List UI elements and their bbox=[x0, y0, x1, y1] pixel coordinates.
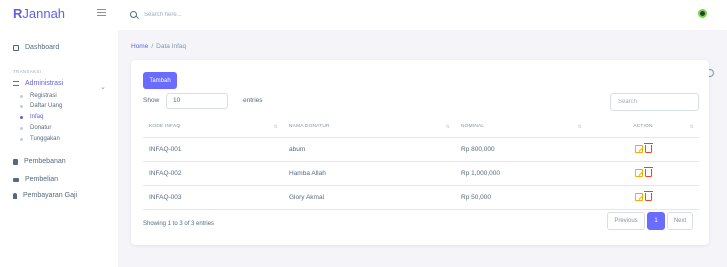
trash-icon[interactable] bbox=[643, 143, 653, 153]
column-header-label: NAMA DONATUR bbox=[289, 124, 330, 130]
list-icon bbox=[13, 81, 19, 86]
cell-kode: INFAQ-001 bbox=[143, 137, 283, 162]
user-status-icon[interactable] bbox=[698, 9, 707, 18]
brand-logo[interactable]: RJannah bbox=[13, 6, 65, 21]
table-row: INFAQ-002 Hamba Allah Rp 1,000,000 bbox=[143, 161, 699, 186]
add-button[interactable]: Tambah bbox=[143, 72, 177, 89]
trash-icon[interactable] bbox=[643, 191, 653, 201]
trash-icon[interactable] bbox=[643, 167, 653, 177]
brand-initial: R bbox=[13, 6, 23, 21]
bullet-icon bbox=[20, 115, 23, 119]
table-row: INFAQ-003 Glory Akmal Rp 50,000 bbox=[143, 185, 699, 210]
next-button[interactable]: Next bbox=[667, 212, 693, 230]
sidebar-subitem-label: Donatur bbox=[30, 125, 52, 131]
edit-icon[interactable] bbox=[634, 193, 643, 201]
breadcrumb-separator: / bbox=[151, 43, 154, 50]
top-navbar bbox=[118, 0, 727, 30]
cell-action bbox=[587, 185, 699, 210]
column-header-label: ACTION bbox=[633, 124, 653, 130]
bullet-icon bbox=[20, 94, 23, 98]
cell-action bbox=[587, 137, 699, 162]
breadcrumb: Home / Data Infaq bbox=[131, 43, 186, 50]
table-header-row: KODE INFAQ ⇅ NAMA DONATUR ⇅ NOMINAL ⇅ ACTIO… bbox=[143, 117, 699, 138]
chevron-down-icon[interactable]: ⌄ bbox=[100, 83, 106, 91]
sidebar-subitem-label: Registrasi bbox=[30, 93, 57, 99]
sort-icon: ⇅ bbox=[689, 124, 694, 130]
cell-kode: INFAQ-002 bbox=[143, 161, 283, 186]
sidebar-item-pembayaran-gaji[interactable]: Pembayaran Gaji bbox=[13, 192, 77, 199]
sidebar-item-dashboard[interactable]: Dashboard bbox=[13, 44, 59, 51]
bullet-icon bbox=[20, 104, 23, 108]
column-header-nominal[interactable]: NOMINAL ⇅ bbox=[455, 117, 587, 138]
search-input[interactable] bbox=[144, 9, 294, 20]
bullet-icon bbox=[20, 137, 23, 141]
sidebar-item-pembelian[interactable]: Pembelian bbox=[13, 176, 58, 183]
cell-nama: Glory Akmal bbox=[283, 185, 455, 210]
cell-nama: abum bbox=[283, 137, 455, 162]
brand-name: Jannah bbox=[22, 6, 66, 21]
breadcrumb-home[interactable]: Home bbox=[131, 43, 148, 50]
column-header-label: NOMINAL bbox=[461, 124, 485, 130]
search-icon bbox=[130, 11, 137, 18]
truck-icon bbox=[13, 177, 19, 182]
infaq-table: KODE INFAQ ⇅ NAMA DONATUR ⇅ NOMINAL ⇅ ACTIO… bbox=[143, 117, 699, 210]
sidebar-subitem-tunggakan[interactable]: Tunggakan bbox=[20, 136, 60, 142]
column-header-action[interactable]: ACTION ⇅ bbox=[587, 117, 699, 138]
cell-kode: INFAQ-003 bbox=[143, 185, 283, 210]
table-search-input[interactable] bbox=[610, 93, 699, 111]
sidebar-item-label: Pembayaran Gaji bbox=[23, 192, 78, 199]
infaq-card: Tambah Show 10 entries KODE INFAQ ⇅ NAMA … bbox=[131, 60, 709, 245]
sidebar-subitem-infaq[interactable]: Infaq bbox=[20, 114, 43, 120]
pagination: Previous 1 Next bbox=[607, 212, 693, 230]
cell-nominal: Rp 800,000 bbox=[455, 137, 587, 162]
sidebar-item-label: Pembelian bbox=[25, 176, 59, 183]
bullet-icon bbox=[20, 126, 23, 130]
sidebar-item-administrasi[interactable]: Administrasi bbox=[13, 80, 63, 87]
edit-icon[interactable] bbox=[634, 145, 643, 153]
home-icon bbox=[13, 44, 19, 51]
sidebar-subitem-label: Tunggakan bbox=[30, 136, 60, 142]
column-header-nama[interactable]: NAMA DONATUR ⇅ bbox=[283, 117, 455, 138]
sort-icon: ⇅ bbox=[273, 124, 278, 130]
entries-label: entries bbox=[243, 97, 263, 104]
sort-icon: ⇅ bbox=[577, 124, 582, 130]
show-label: Show bbox=[143, 97, 160, 104]
sidebar: RJannah Dashboard TRANSAKSI Administrasi… bbox=[0, 0, 118, 267]
cell-nominal: Rp 50,000 bbox=[455, 185, 587, 210]
sidebar-subitem-label: Daftar Uang bbox=[30, 103, 63, 109]
sidebar-subitem-label: Infaq bbox=[30, 114, 44, 120]
user-icon bbox=[13, 192, 17, 199]
page-size-select[interactable]: 10 bbox=[166, 93, 228, 109]
sidebar-item-label: Dashboard bbox=[25, 44, 60, 51]
menu-icon[interactable] bbox=[97, 9, 106, 16]
page-button-1[interactable]: 1 bbox=[647, 212, 665, 230]
sidebar-item-label: Pembebanan bbox=[24, 158, 66, 165]
sidebar-subitem-registrasi[interactable]: Registrasi bbox=[20, 93, 57, 99]
table-info: Showing 1 to 3 of 3 entries bbox=[143, 221, 215, 227]
sidebar-section-header: TRANSAKSI bbox=[13, 69, 42, 74]
sort-icon: ⇅ bbox=[445, 124, 450, 130]
breadcrumb-current: Data Infaq bbox=[156, 43, 187, 50]
cell-nominal: Rp 1,000,000 bbox=[455, 161, 587, 186]
sidebar-subitem-donatur[interactable]: Donatur bbox=[20, 125, 51, 131]
table-row: INFAQ-001 abum Rp 800,000 bbox=[143, 137, 699, 162]
edit-icon[interactable] bbox=[634, 169, 643, 177]
cell-action bbox=[587, 161, 699, 186]
sidebar-item-label: Administrasi bbox=[25, 80, 64, 87]
sidebar-subitem-daftar-uang[interactable]: Daftar Uang bbox=[20, 103, 62, 109]
sidebar-item-pembebanan[interactable]: Pembebanan bbox=[13, 158, 66, 165]
column-header-label: KODE INFAQ bbox=[149, 124, 181, 130]
previous-button[interactable]: Previous bbox=[607, 212, 645, 230]
stack-icon bbox=[13, 158, 18, 165]
cell-nama: Hamba Allah bbox=[283, 161, 455, 186]
column-header-kode[interactable]: KODE INFAQ ⇅ bbox=[143, 117, 283, 138]
